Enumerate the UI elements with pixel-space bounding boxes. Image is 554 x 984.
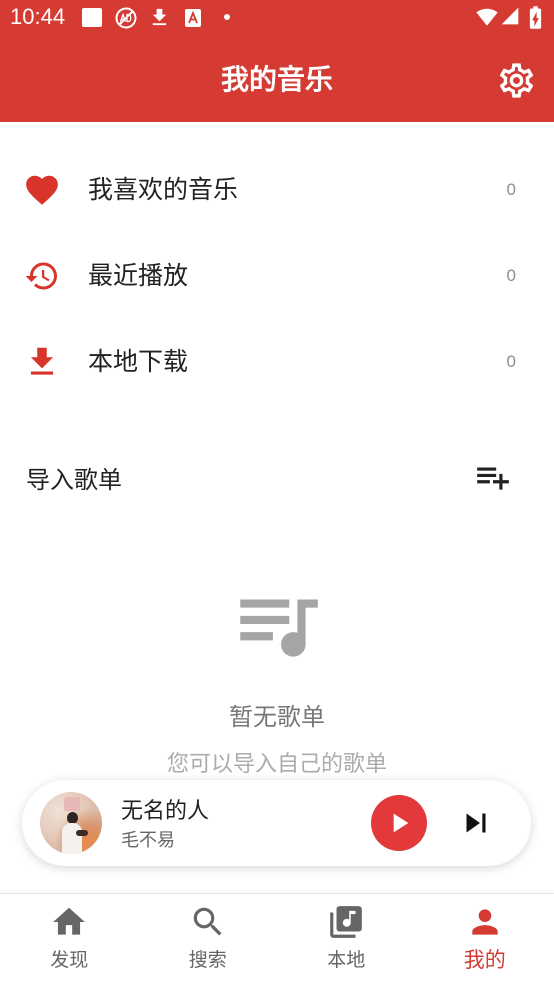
- nav-item-discover[interactable]: 发现: [0, 894, 139, 984]
- playlist-add-icon: [477, 467, 509, 490]
- status-time: 10:44: [10, 4, 66, 29]
- track-artist[interactable]: 毛不易: [121, 829, 175, 851]
- play-icon: [393, 813, 409, 833]
- download-icon: [30, 347, 54, 375]
- library-item-count: 0: [506, 352, 516, 371]
- section-title-import-playlists: 导入歌单: [26, 467, 122, 494]
- library-item-favorites[interactable]: 我喜欢的音乐 0: [0, 147, 554, 233]
- library-music-icon: [330, 906, 363, 938]
- history-icon: [25, 262, 57, 290]
- next-track-button[interactable]: [457, 804, 495, 842]
- skip-next-icon: [466, 813, 486, 833]
- empty-state-title: 暂无歌单: [229, 704, 325, 731]
- library-item-count: 0: [506, 266, 516, 285]
- library-item-recent[interactable]: 最近播放 0: [0, 233, 554, 319]
- import-playlist-button[interactable]: [474, 458, 512, 496]
- album-art-poster: [64, 797, 80, 811]
- track-title[interactable]: 无名的人: [121, 798, 209, 824]
- wifi-icon: [476, 8, 498, 26]
- page-title: 我的音乐: [220, 64, 333, 95]
- nav-label: 搜索: [188, 950, 227, 971]
- dot-icon: [224, 14, 230, 20]
- library-item-downloads[interactable]: 本地下载 0: [0, 319, 554, 405]
- nav-label: 我的: [463, 949, 506, 972]
- album-art-figure-body: [62, 823, 82, 854]
- mini-player[interactable]: 无名的人 毛不易: [22, 780, 531, 866]
- album-art-figure-arm: [76, 830, 88, 836]
- home-icon: [53, 907, 86, 935]
- circle-slash-icon: [115, 7, 137, 29]
- letter-a-box-icon: [185, 9, 201, 27]
- download-arrow-icon: [152, 8, 167, 26]
- gear-icon: [499, 63, 534, 98]
- signal-icon: [501, 7, 519, 25]
- square-icon: [82, 8, 102, 27]
- screen: 10:44 我的音乐 我喜欢的音乐 0 最近播放 0 本地下载 0 导入歌单 暂…: [0, 0, 554, 984]
- empty-state-hint: 您可以导入自己的歌单: [166, 751, 387, 776]
- library-item-label: 我喜欢的音乐: [88, 176, 239, 204]
- nav-label: 本地: [327, 950, 366, 971]
- heart-icon: [26, 175, 58, 205]
- bottom-nav: 发现 搜索 本地 我的: [0, 893, 554, 984]
- status-bar: 10:44: [0, 0, 554, 34]
- battery-charging-icon: [529, 6, 542, 29]
- play-button[interactable]: [371, 795, 427, 851]
- library-item-label: 最近播放: [88, 262, 189, 290]
- search-icon: [193, 907, 222, 936]
- queue-music-icon: [240, 599, 318, 657]
- album-art[interactable]: [40, 792, 102, 854]
- nav-item-search[interactable]: 搜索: [139, 894, 278, 984]
- library-item-label: 本地下载: [88, 348, 189, 376]
- settings-button[interactable]: [496, 60, 537, 101]
- library-item-count: 0: [506, 180, 516, 199]
- app-bar: 10:44 我的音乐: [0, 0, 554, 122]
- nav-item-mine[interactable]: 我的: [416, 894, 554, 984]
- nav-label: 发现: [50, 950, 89, 971]
- person-icon: [472, 909, 498, 935]
- nav-item-local[interactable]: 本地: [277, 894, 416, 984]
